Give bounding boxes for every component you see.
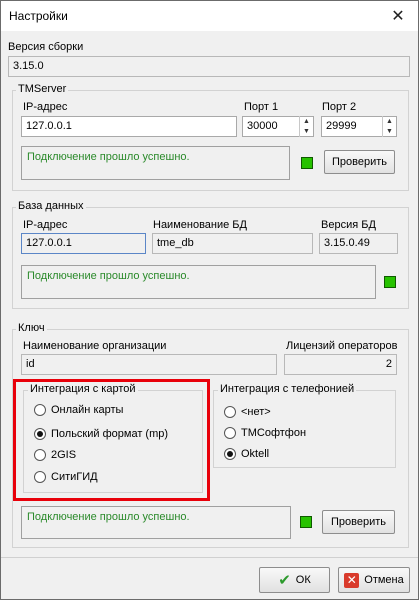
cancel-icon: ✕ [344, 572, 360, 588]
settings-dialog: Настройки ✕ Версия сборки 3.15.0 TMServe… [0, 0, 419, 600]
cancel-button[interactable]: ✕ Отмена [338, 567, 410, 593]
licenses-label: Лицензий операторов [286, 340, 398, 352]
port1-label: Порт 1 [244, 101, 279, 113]
db-version-label: Версия БД [321, 219, 376, 231]
port1-value: 30000 [247, 120, 278, 132]
phone-option-label: ТМСофтфон [241, 427, 307, 439]
db-name-field: tme_db [152, 233, 313, 254]
phone-option-label: <нет> [241, 406, 271, 418]
key-check-label: Проверить [330, 516, 386, 528]
port2-value: 29999 [326, 120, 357, 132]
key-status-indicator [300, 516, 312, 528]
title-bar: Настройки ✕ [1, 1, 418, 31]
radio-icon [224, 406, 236, 418]
radio-selected-icon [224, 448, 236, 460]
ok-button[interactable]: ✔ ОК [259, 567, 330, 593]
tmserver-check-button[interactable]: Проверить [324, 150, 395, 174]
db-name-label: Наименование БД [153, 219, 247, 231]
checkmark-icon: ✔ [278, 571, 291, 589]
tmserver-group-title: TMServer [16, 83, 69, 95]
port2-spinner[interactable]: ▲ ▼ [382, 116, 396, 137]
db-status-box: Подключение прошло успешно. [21, 265, 376, 299]
port1-down-icon[interactable]: ▼ [300, 127, 313, 138]
org-name-label: Наименование организации [23, 340, 167, 352]
highlight-annotation [13, 379, 210, 501]
radio-icon [224, 427, 236, 439]
db-version-field: 3.15.0.49 [319, 233, 398, 254]
tmserver-status-indicator [301, 157, 313, 169]
close-icon: ✕ [391, 8, 405, 25]
footer-divider [1, 557, 418, 558]
build-version-field: 3.15.0 [8, 56, 410, 77]
cancel-label: Отмена [364, 574, 404, 586]
key-group-title: Ключ [16, 322, 47, 334]
db-ip-label: IP-адрес [23, 219, 68, 231]
window-title: Настройки [9, 9, 68, 23]
port2-up-icon[interactable]: ▲ [383, 116, 396, 127]
ok-label: ОК [295, 574, 311, 586]
tmserver-status-box: Подключение прошло успешно. [21, 146, 290, 180]
key-check-button[interactable]: Проверить [322, 510, 395, 534]
phone-option-label: Oktell [241, 448, 270, 460]
phone-option-tmsoftphone[interactable]: ТМСофтфон [224, 427, 306, 439]
port1-up-icon[interactable]: ▲ [300, 116, 313, 127]
key-status-box: Подключение прошло успешно. [21, 506, 291, 539]
phone-integration-title: Интеграция с телефонией [218, 383, 357, 395]
phone-option-oktell[interactable]: Oktell [224, 448, 269, 460]
port2-label: Порт 2 [322, 101, 357, 113]
phone-option-none[interactable]: <нет> [224, 406, 271, 418]
org-name-field: id [21, 354, 277, 375]
port1-spinner[interactable]: ▲ ▼ [299, 116, 313, 137]
tmserver-ip-label: IP-адрес [23, 101, 68, 113]
tmserver-check-label: Проверить [331, 156, 387, 168]
close-button[interactable]: ✕ [384, 3, 412, 29]
licenses-field: 2 [284, 354, 397, 375]
build-version-label: Версия сборки [8, 41, 84, 53]
db-status-indicator [384, 276, 396, 288]
database-group-title: База данных [16, 200, 86, 212]
db-ip-field: 127.0.0.1 [21, 233, 146, 254]
port2-down-icon[interactable]: ▼ [383, 127, 396, 138]
tmserver-ip-input[interactable]: 127.0.0.1 [21, 116, 237, 137]
